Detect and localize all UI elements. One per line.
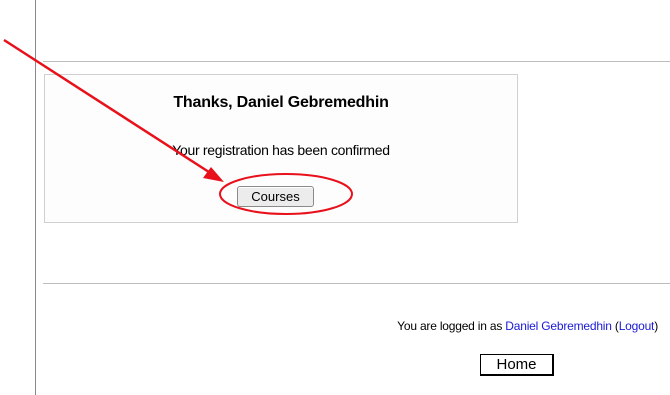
login-info: You are logged in as Daniel Gebremedhin … [397, 319, 658, 333]
logout-link[interactable]: Logout [619, 319, 655, 333]
top-divider [43, 61, 670, 62]
courses-button[interactable]: Courses [237, 186, 314, 207]
home-button[interactable]: Home [480, 354, 554, 376]
logged-in-prefix: You are logged in as [397, 319, 503, 333]
confirmation-box: Thanks, Daniel Gebremedhin Your registra… [44, 74, 518, 223]
logout-close-paren: ) [654, 319, 658, 333]
confirmation-title: Thanks, Daniel Gebremedhin [173, 94, 389, 111]
left-border-line [35, 0, 36, 395]
bottom-divider [43, 283, 670, 284]
user-profile-link[interactable]: Daniel Gebremedhin [505, 319, 612, 333]
confirmation-message: Your registration has been confirmed [172, 142, 390, 158]
